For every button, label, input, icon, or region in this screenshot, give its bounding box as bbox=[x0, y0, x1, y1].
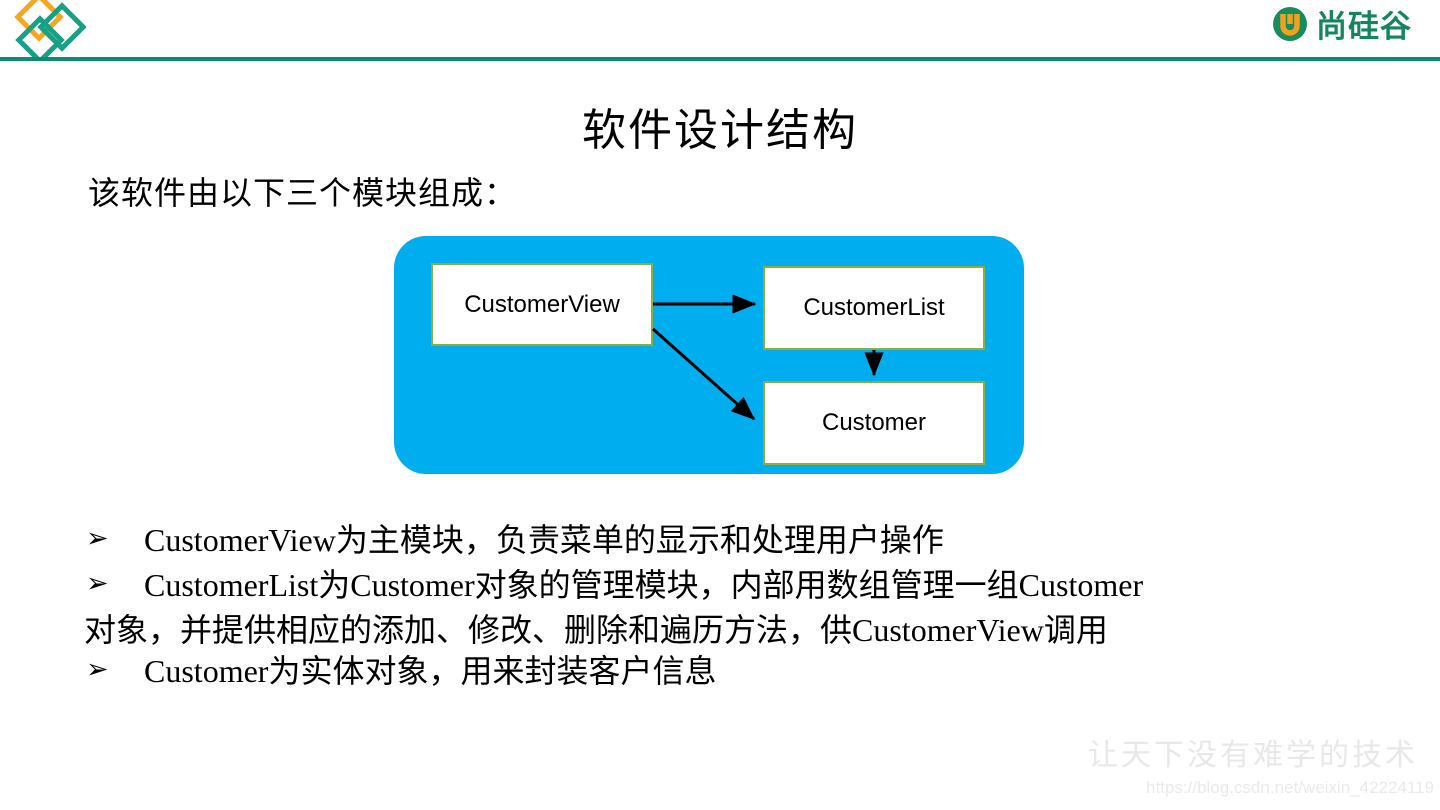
arrow-view-to-customer bbox=[652, 327, 756, 421]
header-divider bbox=[0, 57, 1440, 61]
u-circle-icon bbox=[1270, 4, 1310, 49]
arrow-bullet-icon: ➢ bbox=[86, 653, 109, 684]
bullet-text: CustomerList为Customer对象的管理模块，内部用数组管理一组Cu… bbox=[144, 566, 1144, 603]
diagram-arrows bbox=[652, 294, 884, 421]
watermark-url: https://blog.csdn.net/weixin_42224119 bbox=[1146, 778, 1434, 797]
bullet-item-2-continuation: 对象，并提供相应的添加、修改、删除和遍历方法，供CustomerView调用 bbox=[84, 611, 1108, 648]
intro-text: 该软件由以下三个模块组成： bbox=[88, 175, 518, 211]
bullet-text: Customer为实体对象，用来封装客户信息 bbox=[144, 652, 717, 689]
bullet-item-2: ➢ CustomerList为Customer对象的管理模块，内部用数组管理一组… bbox=[86, 565, 1386, 606]
architecture-diagram: CustomerView CustomerList Customer bbox=[394, 236, 1024, 474]
arrow-bullet-icon: ➢ bbox=[86, 523, 109, 553]
bullet-item-1: ➢ CustomerView为主模块，负责菜单的显示和处理用户操作 bbox=[86, 520, 1386, 561]
brand-name: 尚硅谷 bbox=[1316, 9, 1412, 44]
bullet-text: CustomerView为主模块，负责菜单的显示和处理用户操作 bbox=[144, 522, 944, 558]
diamond-trio-icon bbox=[6, 0, 87, 65]
page-title: 软件设计结构 bbox=[582, 106, 858, 155]
bullet-list: ➢ CustomerView为主模块，负责菜单的显示和处理用户操作 ➢ Cust… bbox=[84, 520, 1386, 696]
arrow-bullet-icon: ➢ bbox=[86, 567, 109, 598]
slide-header: 尚硅谷 bbox=[0, 0, 1440, 65]
brand-logo: 尚硅谷 bbox=[1270, 4, 1412, 49]
bullet-item-3: ➢ Customer为实体对象，用来封装客户信息 bbox=[86, 651, 1386, 692]
watermark-slogan: 让天下没有难学的技术 bbox=[1088, 739, 1418, 772]
